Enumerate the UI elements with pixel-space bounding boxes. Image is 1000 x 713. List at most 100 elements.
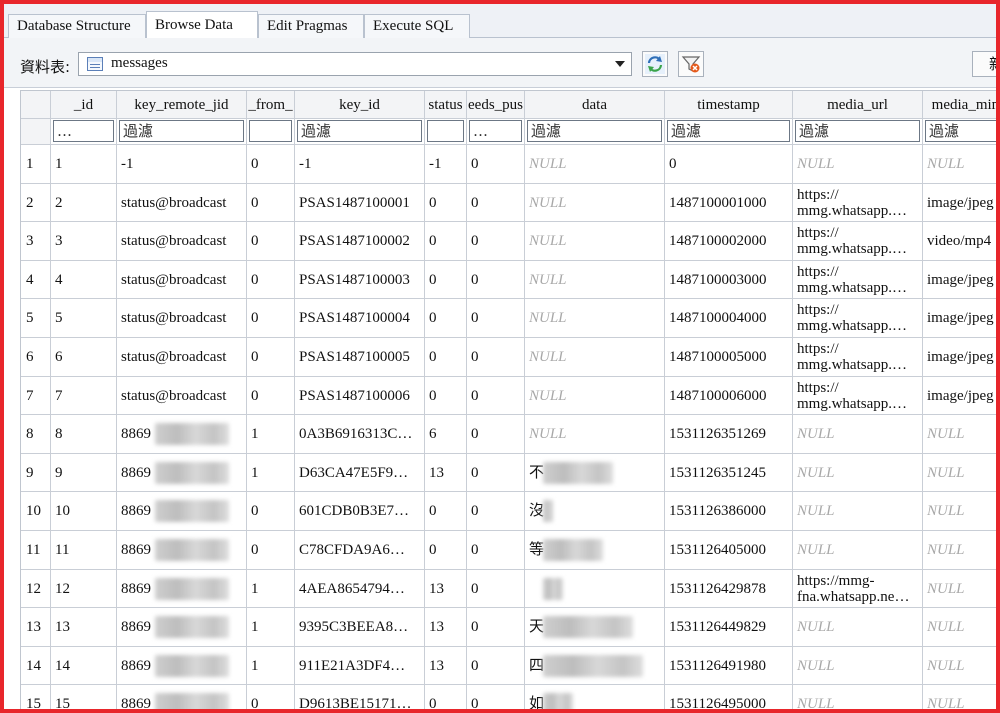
table-cell[interactable]: 8: [51, 415, 117, 454]
table-cell[interactable]: 1531126449829: [665, 608, 793, 647]
tab-execute-sql[interactable]: Execute SQL: [364, 14, 470, 38]
column-header[interactable]: eeds_pus: [467, 91, 525, 119]
table-cell[interactable]: 601CDB0B3E7…: [295, 492, 425, 531]
column-header[interactable]: _id: [51, 91, 117, 119]
table-cell[interactable]: NULL: [525, 338, 665, 377]
table-cell[interactable]: image/jpeg: [923, 377, 997, 416]
table-cell[interactable]: 0: [467, 222, 525, 261]
table-cell[interactable]: PSAS1487100006: [295, 376, 425, 416]
table-cell[interactable]: NULL: [525, 222, 665, 261]
table-cell[interactable]: PSAS1487100002: [295, 222, 425, 261]
table-cell[interactable]: 1531126491980: [665, 646, 793, 686]
table-cell[interactable]: 7: [51, 376, 117, 416]
table-cell[interactable]: 0: [467, 492, 525, 531]
table-cell[interactable]: 1: [247, 415, 295, 454]
table-cell[interactable]: image/jpeg: [923, 299, 997, 338]
table-cell[interactable]: PSAS1487100005: [295, 338, 425, 377]
table-cell[interactable]: 0: [425, 376, 467, 416]
table-cell[interactable]: https://mmg.whatsapp.…: [793, 299, 923, 338]
table-cell[interactable]: NULL: [923, 685, 997, 710]
table-cell[interactable]: 0: [467, 376, 525, 416]
table-cell[interactable]: 911E21A3DF4…: [295, 646, 425, 686]
table-cell[interactable]: status@broadcast: [117, 376, 247, 416]
column-header[interactable]: timestamp: [665, 91, 793, 119]
table-cell[interactable]: https://mmg.whatsapp.…: [793, 376, 923, 416]
table-cell[interactable]: NULL: [923, 415, 997, 454]
data-grid[interactable]: _id… key_remote_jid 過濾 _from_ key_id 過濾 status…: [20, 90, 997, 710]
table-cell[interactable]: 1487100002000: [665, 222, 793, 261]
table-cell[interactable]: status@broadcast: [117, 222, 247, 261]
table-cell[interactable]: 10: [51, 492, 117, 531]
table-cell[interactable]: 0: [467, 646, 525, 686]
table-cell[interactable]: 1531126386000: [665, 492, 793, 531]
table-cell[interactable]: NULL: [923, 145, 997, 184]
table-cell[interactable]: status@broadcast: [117, 299, 247, 338]
table-cell[interactable]: C78CFDA9A6…: [295, 531, 425, 570]
table-cell[interactable]: 0: [247, 492, 295, 531]
table-cell[interactable]: 0: [425, 183, 467, 223]
table-cell[interactable]: NULL: [525, 260, 665, 300]
table-cell[interactable]: image/jpeg: [923, 184, 997, 223]
table-cell[interactable]: 9395C3BEEA8…: [295, 608, 425, 647]
table-cell[interactable]: 14: [51, 646, 117, 686]
table-cell[interactable]: video/mp4: [923, 222, 997, 261]
table-cell[interactable]: -1: [117, 145, 247, 184]
column-header[interactable]: data: [525, 91, 665, 119]
table-cell[interactable]: 1: [247, 608, 295, 647]
table-cell[interactable]: D9613BE15171…: [295, 685, 425, 710]
table-cell[interactable]: 1531126351269: [665, 415, 793, 454]
tab-browse-data[interactable]: Browse Data: [146, 11, 258, 39]
column-header[interactable]: media_mim: [923, 91, 997, 119]
table-cell[interactable]: 0: [467, 260, 525, 300]
table-cell[interactable]: 12: [51, 569, 117, 609]
table-cell[interactable]: 0: [247, 222, 295, 261]
table-cell[interactable]: 13: [425, 608, 467, 647]
table-cell[interactable]: NULL: [525, 183, 665, 223]
table-cell[interactable]: 13: [425, 453, 467, 493]
table-cell[interactable]: 0: [247, 260, 295, 300]
table-cell[interactable]: NULL: [525, 415, 665, 454]
table-cell[interactable]: NULL: [923, 492, 997, 531]
table-cell[interactable]: status@broadcast: [117, 260, 247, 300]
table-cell[interactable]: -1: [425, 145, 467, 184]
table-cell[interactable]: NULL: [923, 608, 997, 647]
tab-database-structure[interactable]: Database Structure: [8, 14, 146, 38]
column-filter-input[interactable]: …: [467, 119, 525, 145]
table-cell[interactable]: 1531126429878: [665, 569, 793, 609]
table-cell[interactable]: status@broadcast: [117, 338, 247, 377]
table-cell[interactable]: NULL: [923, 647, 997, 686]
table-cell[interactable]: 0: [467, 338, 525, 377]
table-cell[interactable]: image/jpeg: [923, 261, 997, 300]
column-header[interactable]: status: [425, 91, 467, 119]
table-cell[interactable]: PSAS1487100003: [295, 260, 425, 300]
table-cell[interactable]: 0: [425, 260, 467, 300]
table-cell[interactable]: 0: [467, 608, 525, 647]
table-cell[interactable]: 13: [425, 569, 467, 609]
table-cell[interactable]: 0: [665, 145, 793, 184]
table-cell[interactable]: 0: [247, 338, 295, 377]
table-cell[interactable]: NULL: [793, 531, 923, 570]
column-header[interactable]: media_url: [793, 91, 923, 119]
table-cell[interactable]: 1: [247, 453, 295, 493]
table-cell[interactable]: https://mmg.whatsapp.…: [793, 183, 923, 223]
table-cell[interactable]: NULL: [793, 415, 923, 454]
table-cell[interactable]: 0: [467, 145, 525, 184]
table-cell[interactable]: https://mmg-fna.whatsapp.ne…: [793, 569, 923, 609]
table-cell[interactable]: 1487100003000: [665, 260, 793, 300]
table-cell[interactable]: https://mmg.whatsapp.…: [793, 260, 923, 300]
column-filter-input[interactable]: 過濾: [793, 119, 923, 145]
column-filter-input[interactable]: 過濾: [665, 119, 793, 145]
table-cell[interactable]: 9: [51, 453, 117, 493]
table-cell[interactable]: NULL: [923, 531, 997, 570]
table-cell[interactable]: status@broadcast: [117, 183, 247, 223]
table-cell[interactable]: 0: [247, 183, 295, 223]
table-cell[interactable]: 1487100004000: [665, 299, 793, 338]
table-cell[interactable]: 0: [425, 222, 467, 261]
table-cell[interactable]: NULL: [525, 299, 665, 338]
table-cell[interactable]: 0: [467, 299, 525, 338]
column-filter-input[interactable]: 過濾: [295, 119, 425, 145]
table-cell[interactable]: -1: [295, 145, 425, 184]
column-filter-input[interactable]: 過濾: [525, 119, 665, 145]
table-cell[interactable]: NULL: [525, 145, 665, 184]
table-cell[interactable]: 6: [51, 338, 117, 377]
